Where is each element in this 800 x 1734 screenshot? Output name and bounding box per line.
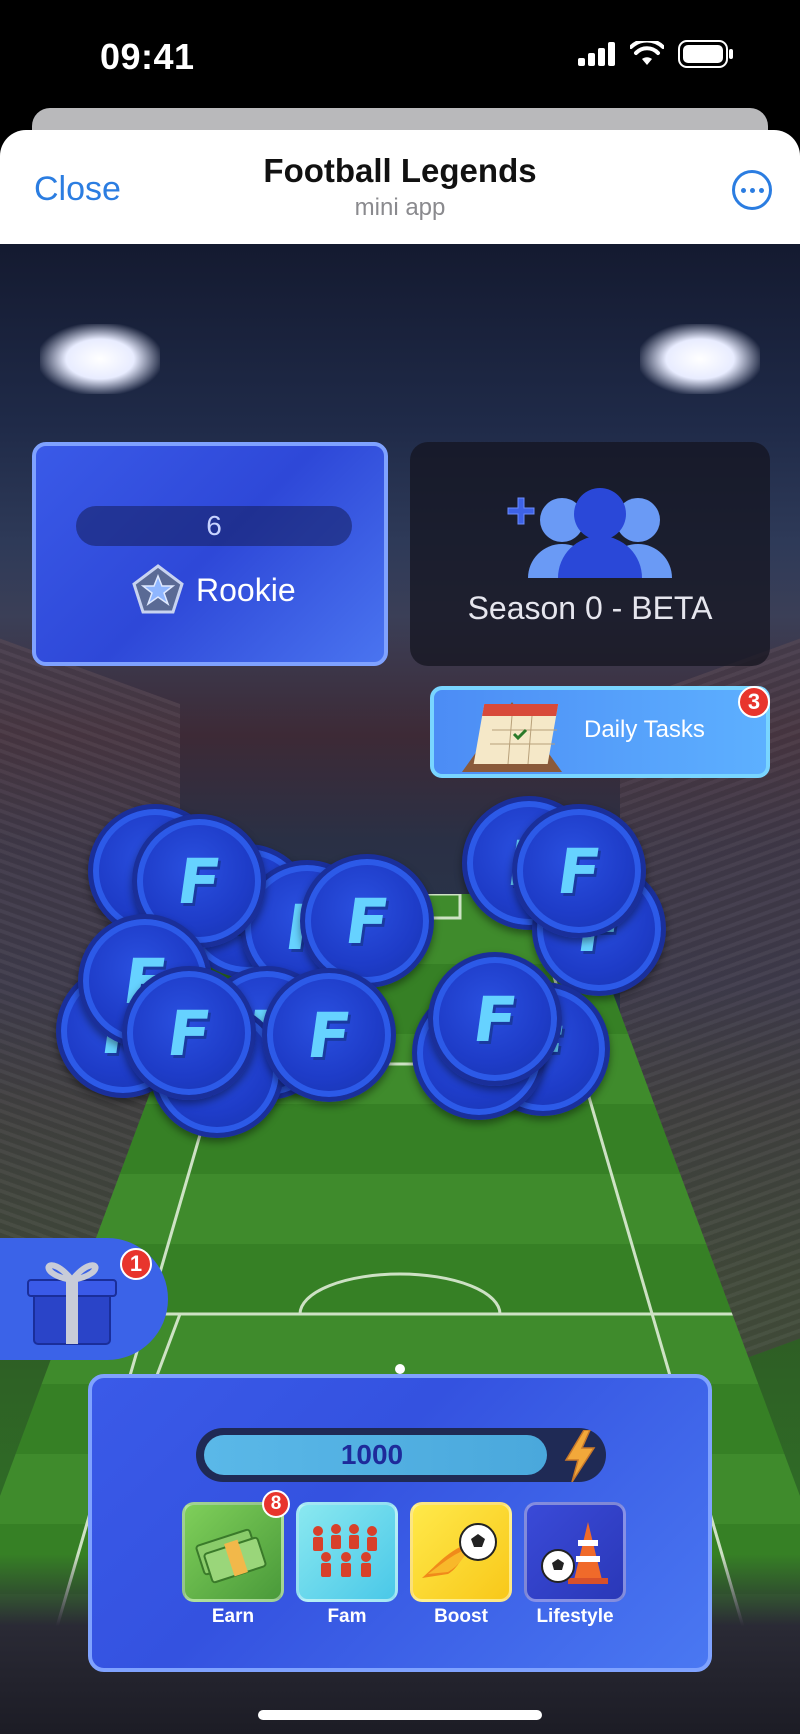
nav-earn[interactable]: Earn 8 <box>182 1490 290 1628</box>
status-icons <box>578 40 734 68</box>
team-icon <box>296 1502 398 1602</box>
fireball-icon <box>410 1502 512 1602</box>
rank-card[interactable]: 6 Rookie <box>32 442 388 666</box>
app-title: Football Legends <box>263 152 537 189</box>
nav-lifestyle[interactable]: Lifestyle <box>524 1502 626 1628</box>
energy-value: 1000 <box>340 1439 404 1470</box>
gift-icon <box>27 1262 117 1345</box>
floodlight-left <box>40 324 160 394</box>
nav-lifestyle-label: Lifestyle <box>536 1606 614 1627</box>
daily-tasks-badge: 3 <box>738 686 770 718</box>
status-bar: 09:41 <box>0 0 800 110</box>
game-area: 6 Rookie Season 0 - BETA Daily Tasks 3 F… <box>0 244 800 1734</box>
energy-bar: 1000 <box>196 1428 606 1482</box>
nav-fam-label: Fam <box>327 1606 367 1627</box>
gift-badge: 1 <box>120 1248 152 1280</box>
signal-icon <box>578 42 615 66</box>
calendar-icon <box>462 702 562 772</box>
nav-boost[interactable]: Boost <box>410 1502 512 1628</box>
add-friends-icon <box>507 488 672 578</box>
app-subtitle: mini app <box>354 194 446 221</box>
home-indicator[interactable] <box>258 1710 542 1720</box>
nav-fam[interactable]: Fam <box>296 1502 398 1628</box>
lightning-icon <box>564 1430 596 1482</box>
floodlight-right <box>640 324 760 394</box>
bottom-nav: Earn 8 Fam Boost Lifestyle <box>182 1490 626 1628</box>
nav-boost-label: Boost <box>434 1606 488 1627</box>
rank-row: Rookie <box>132 564 296 616</box>
daily-tasks-button[interactable]: Daily Tasks 3 <box>430 686 770 778</box>
money-icon <box>182 1502 284 1602</box>
season-label: Season 0 - BETA <box>467 590 713 626</box>
rank-label: Rookie <box>196 571 296 608</box>
status-time: 09:41 <box>100 36 195 77</box>
gift-button[interactable]: 1 <box>0 1238 168 1360</box>
f-coin[interactable]: F <box>512 804 646 938</box>
bottom-panel: 1000 Earn 8 Fam Boost Lifestyle <box>88 1374 712 1672</box>
f-coin[interactable]: F <box>428 952 562 1086</box>
earn-badge: 8 <box>262 1490 290 1518</box>
star-badge-icon <box>132 564 184 614</box>
battery-icon <box>678 40 733 68</box>
more-options-button[interactable] <box>732 170 772 210</box>
ball-cone-icon <box>524 1502 626 1602</box>
wifi-icon <box>630 41 664 65</box>
season-card[interactable]: Season 0 - BETA <box>410 442 770 666</box>
level-value: 6 <box>76 506 352 546</box>
daily-tasks-label: Daily Tasks <box>584 716 705 743</box>
f-coin[interactable]: F <box>122 966 256 1100</box>
nav-earn-label: Earn <box>211 1606 255 1627</box>
mini-app-header: Close Football Legends mini app <box>0 130 800 244</box>
f-coin[interactable]: F <box>262 968 396 1102</box>
